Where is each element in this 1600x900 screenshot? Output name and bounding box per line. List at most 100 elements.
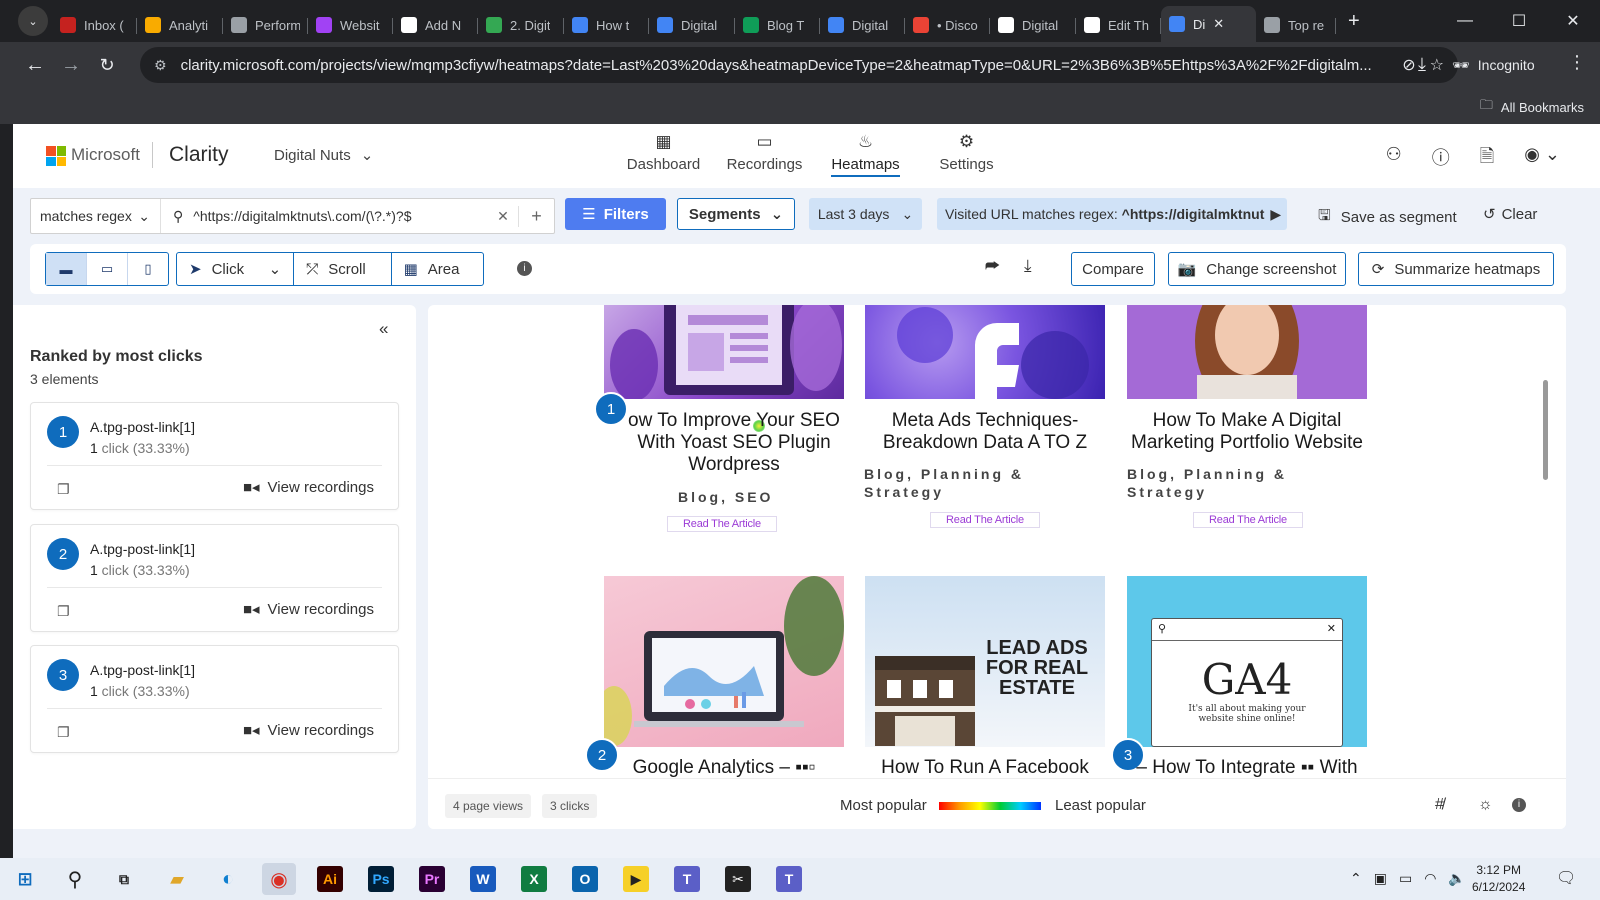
- post-title[interactable]: How To Make A Digital Marketing Portfoli…: [1127, 410, 1367, 454]
- illustrator-icon[interactable]: Ai: [317, 866, 343, 892]
- search-icon[interactable]: ⚲: [58, 863, 92, 895]
- incognito-indicator[interactable]: 🕶 Incognito: [1452, 48, 1535, 82]
- edge-icon[interactable]: ◐: [211, 863, 245, 895]
- help-icon[interactable]: ⓘ: [1432, 144, 1450, 174]
- desktop-icon[interactable]: ▬: [46, 253, 87, 285]
- teams-classic-icon[interactable]: T: [776, 866, 802, 892]
- post-thumbnail[interactable]: [1127, 305, 1367, 399]
- read-article-link[interactable]: Read The Article: [667, 516, 777, 532]
- project-selector[interactable]: Digital Nuts ⌄: [274, 146, 373, 165]
- heatmap-canvas[interactable]: 1 ow To Improve Your SEO With Yoast SEO …: [428, 305, 1566, 829]
- browser-tab[interactable]: How t: [564, 8, 649, 42]
- all-bookmarks-button[interactable]: 🗀 All Bookmarks: [1480, 96, 1584, 118]
- site-info-icon[interactable]: ⚙: [154, 57, 167, 74]
- summarize-heatmaps-button[interactable]: ⟳ Summarize heatmaps: [1358, 252, 1554, 286]
- nav-settings[interactable]: ⚙ Settings: [916, 132, 1017, 173]
- outlook-icon[interactable]: O: [572, 866, 598, 892]
- info-icon[interactable]: i: [517, 261, 532, 276]
- chrome-icon[interactable]: ◉: [262, 863, 296, 895]
- filters-button[interactable]: ☰ Filters: [565, 198, 666, 230]
- canvas-scrollbar[interactable]: [1543, 380, 1548, 480]
- copy-icon[interactable]: ❐: [57, 603, 70, 620]
- battery-icon[interactable]: ▭: [1399, 870, 1412, 887]
- save-as-segment-button[interactable]: 🖫 Save as segment: [1318, 205, 1457, 230]
- download-heatmap-icon[interactable]: ⤓: [1024, 256, 1032, 276]
- post-category[interactable]: Blog, SEO: [678, 488, 828, 506]
- browser-tab[interactable]: Analyti: [137, 8, 223, 42]
- word-icon[interactable]: W: [470, 866, 496, 892]
- premiere-icon[interactable]: Pr: [419, 866, 445, 892]
- ranked-element-card[interactable]: 2 A.tpg-post-link[1] 1 click (33.33%) ❐ ■◂ Vi…: [30, 524, 399, 632]
- post-thumbnail[interactable]: [604, 576, 844, 747]
- browser-tab[interactable]: Digital: [649, 8, 735, 42]
- back-icon[interactable]: ←: [18, 54, 52, 77]
- file-explorer-icon[interactable]: ▰: [160, 863, 194, 895]
- click-mode-button[interactable]: ➤ Click ⌄: [177, 253, 295, 285]
- hashtag-off-icon[interactable]: #̸: [1435, 796, 1444, 814]
- address-bar[interactable]: ⚙ clarity.microsoft.com/projects/view/mq…: [140, 47, 1458, 83]
- collapse-panel-icon[interactable]: «: [379, 319, 388, 339]
- post-title[interactable]: How To Run A Facebook: [865, 757, 1105, 779]
- browser-tab[interactable]: Websit: [308, 8, 393, 42]
- excel-icon[interactable]: X: [521, 866, 547, 892]
- read-article-link[interactable]: Read The Article: [1193, 512, 1303, 528]
- account-icon[interactable]: ◉ ⌄: [1524, 144, 1560, 174]
- system-clock[interactable]: 3:12 PM 6/12/2024: [1472, 862, 1525, 896]
- nav-dashboard[interactable]: ▦ Dashboard: [613, 132, 714, 173]
- view-recordings-button[interactable]: ■◂ View recordings: [243, 721, 374, 740]
- add-url-icon[interactable]: +: [518, 205, 554, 227]
- play-icon[interactable]: ▶: [1270, 206, 1281, 223]
- browser-tab[interactable]: 2. Digit: [478, 8, 564, 42]
- clear-query-icon[interactable]: ✕: [488, 208, 518, 225]
- copy-icon[interactable]: ❐: [57, 481, 70, 498]
- area-mode-button[interactable]: ▦ Area: [392, 253, 483, 285]
- post-thumbnail[interactable]: [604, 305, 844, 399]
- view-recordings-button[interactable]: ■◂ View recordings: [243, 478, 374, 497]
- ranked-element-card[interactable]: 3 A.tpg-post-link[1] 1 click (33.33%) ❐ ■◂ Vi…: [30, 645, 399, 753]
- post-title[interactable]: – How To Integrate ▪▪ With: [1127, 757, 1367, 779]
- teams-icon[interactable]: T: [674, 866, 700, 892]
- reload-icon[interactable]: ↻: [90, 55, 124, 76]
- read-article-link[interactable]: Read The Article: [930, 512, 1040, 528]
- browser-tab[interactable]: Perform: [223, 8, 308, 42]
- photoshop-icon[interactable]: Ps: [368, 866, 394, 892]
- view-recordings-button[interactable]: ■◂ View recordings: [243, 600, 374, 619]
- windows-start-icon[interactable]: ⊞: [8, 863, 42, 895]
- compare-button[interactable]: Compare: [1071, 252, 1155, 286]
- maximize-icon[interactable]: ☐: [1492, 11, 1546, 31]
- capcut-icon[interactable]: ✂: [725, 866, 751, 892]
- share-icon[interactable]: ⮫: [985, 258, 1000, 276]
- brightness-icon[interactable]: ☼: [1478, 796, 1493, 814]
- tab-search-button[interactable]: ⌄: [18, 6, 48, 36]
- copy-icon[interactable]: ❐: [57, 724, 70, 741]
- mobile-icon[interactable]: ▯: [128, 253, 168, 285]
- wifi-icon[interactable]: ◠: [1424, 870, 1436, 887]
- post-thumbnail[interactable]: LEAD ADS FOR REAL ESTATE: [865, 576, 1105, 747]
- share-people-icon[interactable]: ⚇: [1386, 144, 1402, 174]
- browser-tab[interactable]: • Disco: [905, 8, 990, 42]
- info-icon[interactable]: i: [1512, 798, 1526, 812]
- post-category[interactable]: Blog, Planning & Strategy: [1127, 465, 1327, 501]
- close-window-icon[interactable]: ✕: [1546, 11, 1600, 31]
- ranked-element-card[interactable]: 1 A.tpg-post-link[1] 1 click (33.33%) ❐ ■◂ Vi…: [30, 402, 399, 510]
- post-thumbnail[interactable]: [865, 305, 1105, 399]
- task-view-icon[interactable]: ⧉: [107, 863, 141, 895]
- volume-icon[interactable]: 🔈: [1448, 870, 1465, 887]
- post-title[interactable]: ow To Improve Your SEO With Yoast SEO Pl…: [614, 410, 854, 476]
- change-screenshot-button[interactable]: 📷 Change screenshot: [1168, 252, 1346, 286]
- forward-icon[interactable]: →: [54, 54, 88, 77]
- clear-filters-button[interactable]: ↺ Clear: [1483, 205, 1537, 224]
- post-thumbnail[interactable]: ⚲ ✕ GA4 It's all about making your websi…: [1127, 576, 1367, 747]
- chevron-up-icon[interactable]: ⌃: [1350, 870, 1362, 887]
- tablet-icon[interactable]: ▭: [87, 253, 128, 285]
- nav-heatmaps[interactable]: ♨ Heatmaps: [815, 132, 916, 177]
- match-mode-dropdown[interactable]: matches regex ⌄: [31, 199, 161, 233]
- meet-now-icon[interactable]: ▣: [1374, 870, 1387, 887]
- date-range-chip[interactable]: Last 3 days ⌄: [809, 198, 922, 230]
- url-filter-chip[interactable]: Visited URL matches regex: ^https://digi…: [937, 198, 1287, 230]
- browser-tab[interactable]: Digital: [820, 8, 905, 42]
- browser-tab[interactable]: Add N: [393, 8, 478, 42]
- document-icon[interactable]: 🗎: [1480, 144, 1494, 174]
- browser-tab[interactable]: Di ✕: [1161, 6, 1256, 42]
- browser-tab[interactable]: Inbox (: [52, 8, 137, 42]
